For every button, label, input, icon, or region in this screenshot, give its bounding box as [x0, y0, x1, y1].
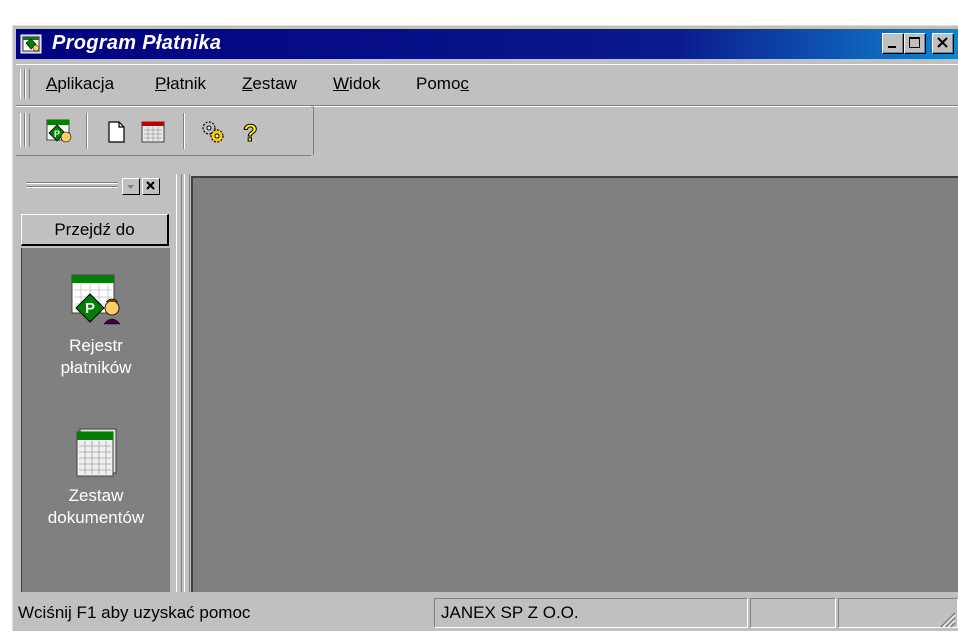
- panel-menu-button[interactable]: [122, 178, 140, 195]
- application-window: Program Płatnika Aplikacja Płatnik Zesta…: [12, 25, 958, 631]
- resize-grip-icon[interactable]: [938, 610, 956, 628]
- payer-register-icon: P: [71, 274, 121, 325]
- panel-splitter[interactable]: [176, 174, 190, 592]
- close-icon: [937, 37, 948, 48]
- shortcut-label-line2: dokumentów: [47, 508, 145, 527]
- menu-zestaw[interactable]: Zestaw: [242, 74, 297, 94]
- document-set-icon: [76, 428, 117, 477]
- splitter-line: [181, 174, 185, 592]
- document-set-icon: [141, 121, 165, 143]
- document-set-button[interactable]: [138, 117, 168, 147]
- settings-button[interactable]: [198, 117, 228, 147]
- settings-gears-icon: [202, 121, 224, 143]
- app-icon[interactable]: [20, 33, 42, 55]
- toolbar-empty-area: [313, 106, 958, 155]
- shortcut-label-line1: Rejestr: [69, 336, 123, 355]
- shortcut-label-line2: płatników: [60, 358, 132, 377]
- svg-text:?: ?: [243, 120, 258, 147]
- goto-button[interactable]: Przejdź do: [21, 214, 169, 246]
- status-bar: Wciśnij F1 aby uzyskać pomoc JANEX SP Z …: [16, 596, 958, 632]
- shortcut-label-line1: Zestaw: [68, 486, 124, 505]
- navigation-panel: Przejdź do P Rejestr płatników Zestaw do…: [16, 174, 176, 592]
- panel-close-button[interactable]: [142, 178, 160, 195]
- help-question-icon: ?: [243, 120, 259, 148]
- maximize-icon: [909, 37, 920, 48]
- window-title: Program Płatnika: [52, 32, 222, 54]
- payer-register-button[interactable]: P: [43, 117, 73, 147]
- shortcut-list: P Rejestr płatników Zestaw dokumentów: [21, 248, 170, 592]
- close-icon: [146, 181, 155, 190]
- svg-text:P: P: [54, 129, 60, 139]
- status-empty-1: [750, 598, 836, 628]
- toolbar-separator: [86, 113, 88, 149]
- menu-widok[interactable]: Widok: [333, 74, 380, 94]
- toolbar-separator-2: [183, 113, 185, 149]
- minimize-button[interactable]: [882, 33, 904, 54]
- status-company: JANEX SP Z O.O.: [434, 598, 748, 628]
- menu-bar: Aplikacja Płatnik Zestaw Widok Pomoc: [16, 64, 958, 106]
- close-button[interactable]: [932, 33, 954, 54]
- svg-text:P: P: [85, 300, 95, 317]
- new-document-button[interactable]: [101, 117, 131, 147]
- menu-platnik[interactable]: Płatnik: [155, 74, 206, 94]
- status-help-text: Wciśnij F1 aby uzyskać pomoc: [18, 603, 251, 622]
- mdi-workspace[interactable]: [191, 176, 958, 592]
- help-button[interactable]: ?: [236, 117, 266, 148]
- minimize-icon: [888, 46, 896, 48]
- menu-aplikacja[interactable]: Aplikacja: [46, 74, 114, 94]
- new-document-icon: [108, 121, 125, 143]
- panel-grip-2[interactable]: [26, 186, 118, 188]
- toolbar: P ?: [16, 106, 311, 156]
- shortcut-payer-register[interactable]: P Rejestr płatników: [22, 272, 170, 379]
- toolbar-grip-2[interactable]: [25, 113, 30, 147]
- shortcut-document-set[interactable]: Zestaw dokumentów: [22, 424, 170, 529]
- menu-pomoc[interactable]: Pomoc: [416, 74, 469, 94]
- menubar-grip-2[interactable]: [25, 69, 30, 99]
- maximize-button[interactable]: [904, 33, 926, 54]
- title-bar[interactable]: Program Płatnika: [16, 29, 958, 59]
- dropdown-arrow-icon: [127, 185, 134, 189]
- payer-register-icon: P: [46, 119, 72, 143]
- panel-grip[interactable]: [26, 182, 118, 184]
